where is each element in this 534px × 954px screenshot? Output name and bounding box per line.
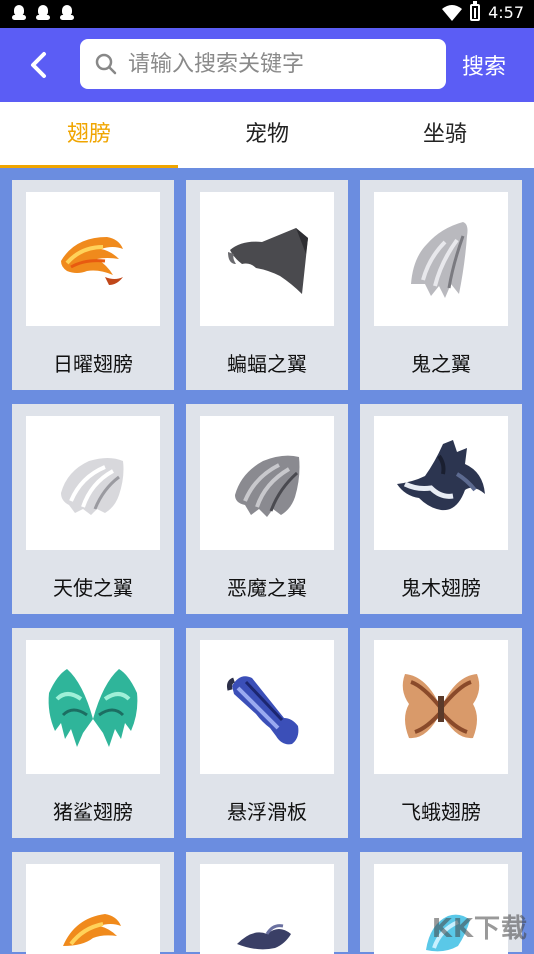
item-card[interactable]: 猪鲨翅膀 (12, 628, 174, 838)
ghost-wings-icon (411, 222, 468, 298)
item-grid: 日曜翅膀 蝙蝠之翼 鬼之翼 天使之翼 恶魔之翼 鬼木翅膀 猪鲨翅膀 悬浮滑板 飞… (12, 180, 522, 954)
item-name: 鬼之翼 (411, 352, 471, 376)
tab-pets[interactable]: 宠物 (178, 102, 356, 168)
item-card[interactable]: 飞蛾翅膀 (360, 628, 522, 838)
item-thumbnail (200, 640, 334, 774)
battery-icon (470, 1, 481, 21)
item-card[interactable]: 日曜翅膀 (12, 180, 174, 390)
item-name: 恶魔之翼 (227, 576, 307, 600)
search-header: 搜索 (0, 28, 534, 102)
category-tabs: 翅膀 宠物 坐骑 (0, 102, 534, 168)
qq-notification-icon (36, 5, 50, 21)
item-thumbnail (26, 864, 160, 954)
spooky-wings-icon (397, 440, 485, 511)
qq-notification-icon (60, 5, 74, 21)
item-thumbnail (26, 416, 160, 550)
status-bar: 4:57 (0, 0, 534, 28)
demon-wings-icon (235, 455, 300, 517)
tab-mounts[interactable]: 坐骑 (356, 102, 534, 168)
moth-wings-icon (402, 674, 480, 739)
back-arrow-icon[interactable] (22, 48, 56, 82)
fishron-wings-icon (48, 669, 138, 747)
qq-notification-icon (12, 5, 26, 21)
status-time: 4:57 (488, 3, 524, 22)
sun-wings-icon (63, 914, 121, 946)
wings-icon (237, 924, 291, 950)
sun-wings-icon (61, 237, 123, 285)
item-thumbnail (200, 192, 334, 326)
item-name: 悬浮滑板 (227, 800, 307, 824)
item-name: 天使之翼 (53, 576, 133, 600)
item-thumbnail (374, 416, 508, 550)
item-thumbnail (200, 864, 334, 954)
hoverboard-icon (227, 676, 299, 745)
item-thumbnail (26, 640, 160, 774)
item-card[interactable]: 鬼之翼 (360, 180, 522, 390)
item-name: 蝙蝠之翼 (227, 352, 307, 376)
item-name: 鬼木翅膀 (401, 576, 481, 600)
angel-wings-icon (61, 458, 124, 515)
item-thumbnail (374, 192, 508, 326)
item-name: 日曜翅膀 (53, 352, 133, 376)
wifi-icon (442, 4, 463, 21)
item-card[interactable]: 恶魔之翼 (186, 404, 348, 614)
item-card[interactable] (186, 852, 348, 954)
search-button[interactable]: 搜索 (462, 49, 506, 81)
item-card[interactable]: 天使之翼 (12, 404, 174, 614)
tab-wings[interactable]: 翅膀 (0, 102, 178, 168)
item-thumbnail (200, 416, 334, 550)
item-thumbnail (26, 192, 160, 326)
item-card[interactable]: 鬼木翅膀 (360, 404, 522, 614)
item-name: 飞蛾翅膀 (401, 800, 481, 824)
item-thumbnail (374, 640, 508, 774)
search-box[interactable] (80, 39, 446, 89)
search-icon (95, 53, 117, 75)
item-card[interactable] (12, 852, 174, 954)
search-input[interactable] (126, 50, 430, 78)
item-card[interactable]: 悬浮滑板 (186, 628, 348, 838)
bat-wings-icon (228, 228, 308, 294)
item-card[interactable]: 蝙蝠之翼 (186, 180, 348, 390)
watermark: KK下载 (431, 914, 528, 944)
item-name: 猪鲨翅膀 (53, 800, 133, 824)
